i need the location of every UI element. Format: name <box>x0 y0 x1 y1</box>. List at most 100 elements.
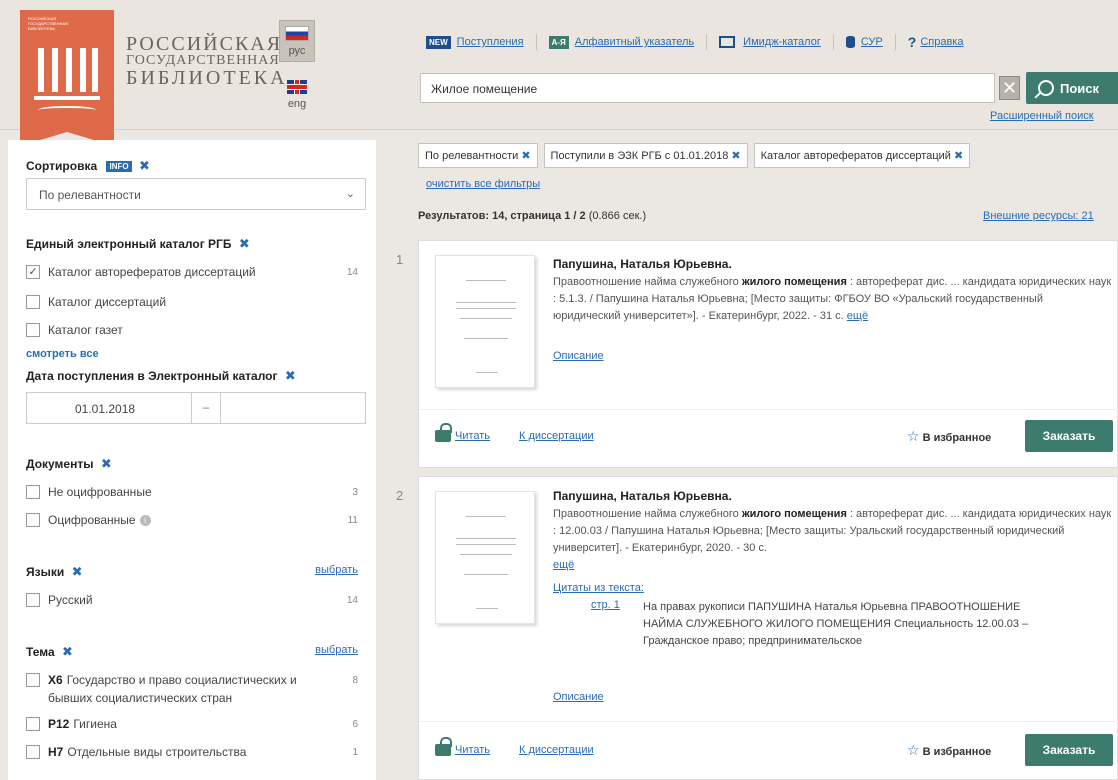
lang-clear-icon[interactable]: ✖ <box>72 564 83 579</box>
see-all-link[interactable]: смотреть все <box>26 348 99 360</box>
nav-help-link[interactable]: Справка <box>920 36 963 48</box>
topic-option[interactable]: Р12 Гигиена 6 <box>26 716 366 732</box>
description-link[interactable]: Описание <box>553 691 604 703</box>
more-link[interactable]: ещё <box>553 559 574 571</box>
lang-title: Языки <box>26 565 65 579</box>
document-thumbnail[interactable] <box>435 255 535 388</box>
external-resources-link[interactable]: Внешние ресурсы: 21 <box>983 210 1094 222</box>
docs-option[interactable]: Не оцифрованные 3 <box>26 484 366 500</box>
topic-option[interactable]: Н7 Отдельные виды строительства 1 <box>26 744 366 760</box>
advanced-search-link[interactable]: Расширенный поиск <box>990 110 1094 122</box>
catalog-option[interactable]: Каталог газет <box>26 322 366 338</box>
result-description: Правоотношение найма служебного жилого п… <box>553 506 1113 574</box>
text-citations-link[interactable]: Цитаты из текста: <box>553 582 644 594</box>
checkbox[interactable] <box>26 323 40 337</box>
order-button[interactable]: Заказать <box>1025 734 1113 766</box>
nav-arrivals-link[interactable]: Поступления <box>457 36 524 48</box>
docs-option-label: Не оцифрованные <box>48 485 152 499</box>
lang-choose-link[interactable]: выбрать <box>315 564 358 576</box>
add-to-favorites-button[interactable]: ☆ В избранное <box>907 742 991 759</box>
topic-option-count: 6 <box>352 718 358 730</box>
active-filters: По релевантности ✖ Поступили в ЭЗК РГБ с … <box>418 143 976 168</box>
brand-line-2: ГОСУДАРСТВЕННАЯ <box>126 53 280 68</box>
result-card: Папушина, Наталья Юрьевна. Правоотношени… <box>418 476 1118 780</box>
result-text-highlight: жилого помещения <box>741 276 847 288</box>
date-from-input[interactable]: 01.01.2018 <box>75 402 135 416</box>
nav-sur-link[interactable]: СУР <box>861 36 883 48</box>
document-thumbnail[interactable] <box>435 491 535 624</box>
result-text-a: Правоотношение найма служебного <box>553 508 742 520</box>
more-link[interactable]: ещё <box>847 310 868 322</box>
to-dissertation-link[interactable]: К диссертации <box>519 430 594 442</box>
brand-line-3: БИБЛИОТЕКА <box>126 67 288 89</box>
image-catalog-icon <box>719 36 736 48</box>
checkbox[interactable] <box>26 295 40 309</box>
description-link[interactable]: Описание <box>553 350 604 362</box>
remove-filter-icon[interactable]: ✖ <box>731 150 740 162</box>
clear-search-button[interactable]: ✕ <box>999 76 1020 100</box>
docs-option[interactable]: Оцифрованные i 11 <box>26 512 366 528</box>
sort-select[interactable]: По релевантности ⌄ <box>26 178 366 210</box>
result-actions: Читать К диссертации ☆ В избранное Заказа… <box>419 721 1118 780</box>
result-text-a: Правоотношение найма служебного <box>553 276 742 288</box>
read-link[interactable]: Читать <box>455 744 490 756</box>
topic-option[interactable]: Х6 Государство и право социалистических … <box>26 672 366 688</box>
sort-clear-icon[interactable]: ✖ <box>139 158 150 173</box>
search-button[interactable]: Поиск <box>1026 72 1118 104</box>
sort-title: Сортировка <box>26 159 98 173</box>
docs-option-label: Оцифрованные <box>48 513 136 527</box>
citation-page-link[interactable]: стр. 1 <box>591 599 620 611</box>
topic-choose-link[interactable]: выбрать <box>315 644 358 656</box>
catalog-option[interactable]: ✓ Каталог авторефератов диссертаций 14 <box>26 264 366 280</box>
nav-image-catalog: Имидж-каталог <box>719 34 834 50</box>
topic-option-label-2: бывших социалистических стран <box>48 691 233 705</box>
topic-clear-icon[interactable]: ✖ <box>62 644 73 659</box>
date-clear-icon[interactable]: ✖ <box>285 368 296 383</box>
nav-sur: СУР <box>845 34 896 50</box>
checkbox[interactable] <box>26 673 40 687</box>
catalog-clear-icon[interactable]: ✖ <box>239 236 250 251</box>
az-badge: А-Я <box>548 35 569 49</box>
order-button[interactable]: Заказать <box>1025 420 1113 452</box>
checkbox[interactable] <box>26 485 40 499</box>
checkbox-checked[interactable]: ✓ <box>26 265 40 279</box>
topic-option-count: 1 <box>352 746 358 758</box>
checkbox[interactable] <box>26 745 40 759</box>
nav-image-catalog-link[interactable]: Имидж-каталог <box>743 36 821 48</box>
lang-en-button[interactable]: eng <box>280 80 314 120</box>
catalog-option[interactable]: Каталог диссертаций <box>26 294 366 310</box>
search-input[interactable]: Жилое помещение <box>420 73 995 103</box>
result-text-highlight: жилого помещения <box>741 508 847 520</box>
favorites-label: В избранное <box>922 432 992 444</box>
lang-ru-button[interactable]: рус <box>279 20 315 62</box>
clear-all-filters-link[interactable]: очистить все фильтры <box>426 178 540 190</box>
info-badge[interactable]: INFO <box>106 161 132 172</box>
rgb-logo[interactable]: РОССИЙСКАЯ ГОСУДАРСТВЕННАЯ БИБЛИОТЕКА <box>20 10 114 146</box>
nav-alphabet-link[interactable]: Алфавитный указатель <box>575 36 694 48</box>
to-dissertation-link[interactable]: К диссертации <box>519 744 594 756</box>
docs-option-count: 11 <box>347 514 358 526</box>
topic-option-line2: бывших социалистических стран <box>26 690 366 706</box>
read-link[interactable]: Читать <box>455 430 490 442</box>
filter-chip[interactable]: По релевантности ✖ <box>418 143 538 168</box>
sort-select-value: По релевантности <box>39 188 141 202</box>
checkbox[interactable] <box>26 717 40 731</box>
docs-option-count: 3 <box>352 486 358 498</box>
catalog-option-label: Каталог газет <box>48 323 123 337</box>
brand-name[interactable]: РОССИЙСКАЯ ГОСУДАРСТВЕННАЯ БИБЛИОТЕКА <box>126 34 288 88</box>
catalog-option-count: 14 <box>346 266 358 278</box>
info-icon[interactable]: i <box>139 514 151 526</box>
add-to-favorites-button[interactable]: ☆ В избранное <box>907 428 991 445</box>
filter-chip[interactable]: Каталог авторефератов диссертаций ✖ <box>753 143 971 168</box>
date-title: Дата поступления в Электронный каталог <box>26 369 278 383</box>
remove-filter-icon[interactable]: ✖ <box>521 150 530 162</box>
filter-chip[interactable]: Поступили в ЭЗК РГБ с 01.01.2018 ✖ <box>543 143 748 168</box>
sort-heading: Сортировка INFO ✖ <box>26 158 366 174</box>
checkbox[interactable] <box>26 593 40 607</box>
nav-alphabet: А-Я Алфавитный указатель <box>548 34 708 50</box>
checkbox[interactable] <box>26 513 40 527</box>
docs-clear-icon[interactable]: ✖ <box>101 456 112 471</box>
topic-code: Р12 <box>48 717 70 731</box>
remove-filter-icon[interactable]: ✖ <box>954 150 963 162</box>
lang-option[interactable]: Русский 14 <box>26 592 366 608</box>
